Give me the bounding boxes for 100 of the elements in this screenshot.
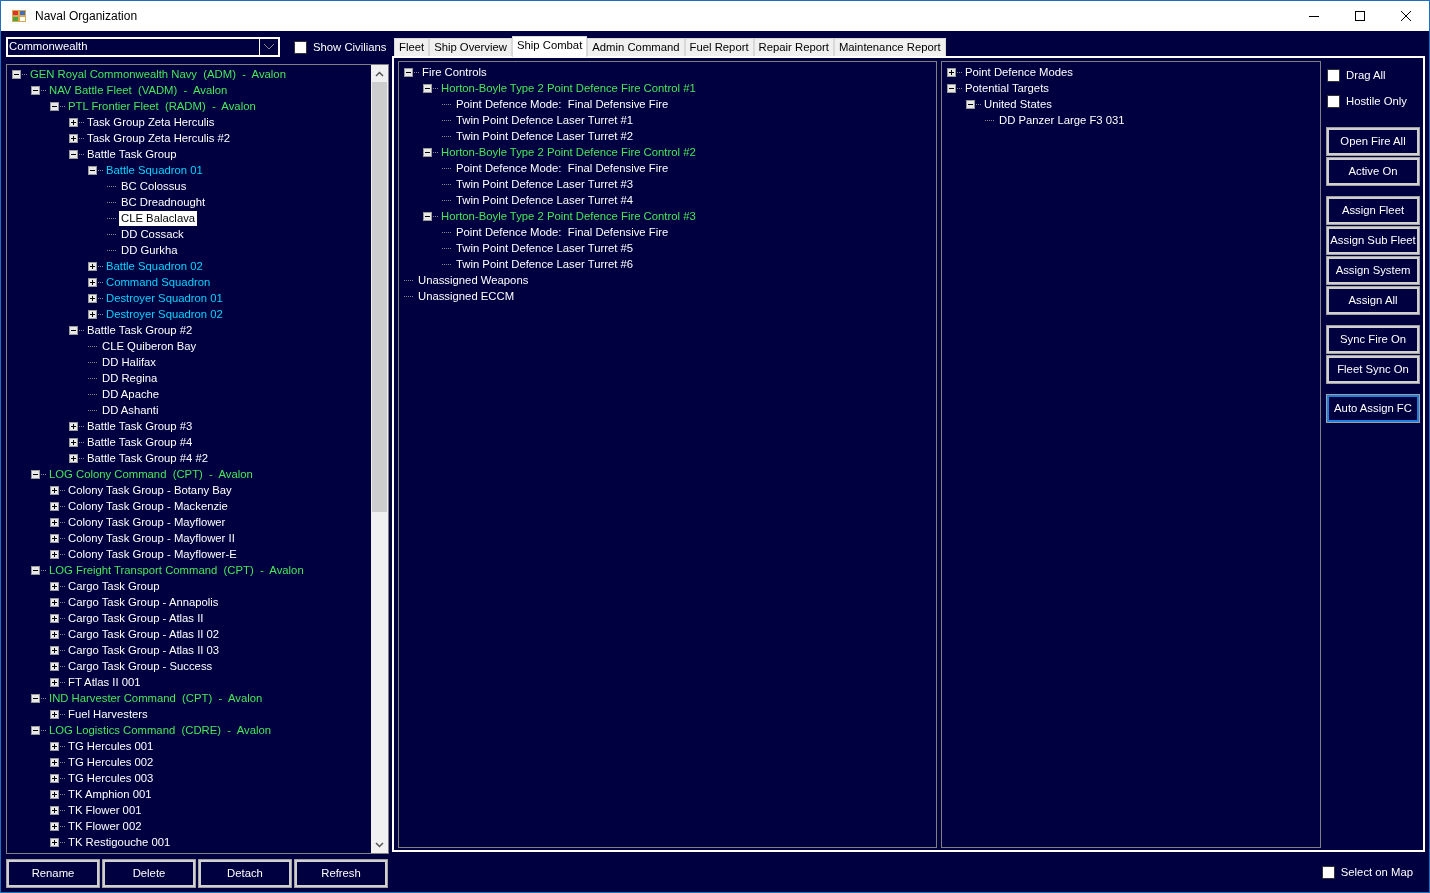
tree-item[interactable]: Potential Targets: [963, 80, 1051, 96]
scroll-up-icon[interactable]: [375, 70, 384, 77]
tree-item[interactable]: Horton-Boyle Type 2 Point Defence Fire Control #1: [439, 80, 698, 96]
tree-item[interactable]: Horton-Boyle Type 2 Point Defence Fire Control #3: [439, 208, 698, 224]
tab[interactable]: Fleet: [394, 38, 430, 56]
tree-item[interactable]: Cargo Task Group - Atlas II 03: [66, 642, 222, 658]
tree-item[interactable]: Point Defence Mode: Final Defensive Fire: [454, 160, 671, 176]
collapse-icon[interactable]: [966, 99, 975, 109]
tree-item[interactable]: IND Harvester Command (CPT) - Avalon: [47, 690, 265, 706]
tree-item[interactable]: DD Halifax: [100, 354, 158, 370]
tree-item[interactable]: Colony Task Group - Botany Bay: [66, 482, 234, 498]
tree-item[interactable]: Cargo Task Group - Annapolis: [66, 594, 221, 610]
collapse-icon[interactable]: [69, 149, 78, 159]
expand-icon[interactable]: [50, 773, 59, 783]
expand-icon[interactable]: [50, 549, 59, 559]
expand-icon[interactable]: [50, 757, 59, 767]
collapse-icon[interactable]: [50, 101, 59, 111]
collapse-icon[interactable]: [423, 211, 432, 221]
tree-item[interactable]: DD Panzer Large F3 031: [997, 112, 1127, 128]
expand-icon[interactable]: [50, 837, 59, 847]
expand-icon[interactable]: [50, 645, 59, 655]
action-button[interactable]: Rename: [7, 860, 99, 887]
tree-item[interactable]: Cargo Task Group: [66, 578, 162, 594]
tree-item[interactable]: Twin Point Defence Laser Turret #3: [454, 176, 636, 192]
tree-item[interactable]: BC Dreadnought: [119, 194, 208, 210]
action-button[interactable]: Sync Fire On: [1327, 325, 1419, 353]
tree-item[interactable]: Unassigned ECCM: [416, 288, 517, 304]
expand-icon[interactable]: [50, 517, 59, 527]
tree-item[interactable]: Cargo Task Group - Success: [66, 658, 215, 674]
tree-item[interactable]: Cargo Task Group - Atlas II: [66, 610, 206, 626]
collapse-icon[interactable]: [947, 83, 956, 93]
tree-item[interactable]: DD Regina: [100, 370, 160, 386]
scroll-thumb[interactable]: [372, 82, 387, 512]
collapse-icon[interactable]: [423, 83, 432, 93]
fleet-dropdown[interactable]: Commonwealth: [6, 37, 280, 57]
tree-item[interactable]: CLE Balaclava: [119, 210, 198, 226]
tree-item[interactable]: Battle Task Group: [85, 146, 179, 162]
tree-item[interactable]: Twin Point Defence Laser Turret #4: [454, 192, 636, 208]
tree-item[interactable]: Fire Controls: [420, 64, 489, 80]
tree-item[interactable]: Point Defence Modes: [963, 64, 1075, 80]
action-button[interactable]: Fleet Sync On: [1327, 355, 1419, 383]
tree-item[interactable]: TG Hercules 003: [66, 770, 156, 786]
tree-item[interactable]: Colony Task Group - Mayflower-E: [66, 546, 239, 562]
tree-item[interactable]: FT Atlas II 001: [66, 674, 143, 690]
tree-item[interactable]: Point Defence Mode: Final Defensive Fire: [454, 224, 671, 240]
expand-icon[interactable]: [69, 437, 78, 447]
expand-icon[interactable]: [50, 581, 59, 591]
tree-item[interactable]: BC Colossus: [119, 178, 189, 194]
collapse-icon[interactable]: [31, 565, 40, 575]
expand-icon[interactable]: [50, 789, 59, 799]
collapse-icon[interactable]: [423, 147, 432, 157]
tree-item[interactable]: GEN Royal Commonwealth Navy (ADM) - Avalon: [28, 66, 288, 82]
expand-icon[interactable]: [947, 67, 956, 77]
action-button[interactable]: Assign All: [1327, 286, 1419, 314]
action-button[interactable]: Assign Fleet: [1327, 196, 1419, 224]
tab[interactable]: Repair Report: [753, 38, 834, 56]
tab[interactable]: Admin Command: [587, 38, 685, 56]
expand-icon[interactable]: [50, 821, 59, 831]
tree-item[interactable]: DD Cossack: [119, 226, 186, 242]
expand-icon[interactable]: [50, 501, 59, 511]
collapse-icon[interactable]: [31, 693, 40, 703]
checkbox[interactable]: [1327, 68, 1340, 82]
expand-icon[interactable]: [50, 613, 59, 623]
expand-icon[interactable]: [50, 485, 59, 495]
action-button[interactable]: Auto Assign FC: [1327, 394, 1419, 422]
tab[interactable]: Ship Combat: [511, 36, 588, 57]
tree-item[interactable]: Point Defence Mode: Final Defensive Fire: [454, 96, 671, 112]
tree-item[interactable]: Twin Point Defence Laser Turret #6: [454, 256, 636, 272]
tree-item[interactable]: TG Hercules 001: [66, 738, 156, 754]
tab[interactable]: Fuel Report: [684, 38, 754, 56]
expand-icon[interactable]: [50, 709, 59, 719]
checkbox[interactable]: [1327, 94, 1340, 108]
tree-item[interactable]: NAV Battle Fleet (VADM) - Avalon: [47, 82, 230, 98]
tree-item[interactable]: DD Apache: [100, 386, 162, 402]
expand-icon[interactable]: [50, 677, 59, 687]
expand-icon[interactable]: [50, 661, 59, 671]
collapse-icon[interactable]: [12, 69, 21, 79]
tree-item[interactable]: Destroyer Squadron 02: [104, 306, 225, 322]
tree-item[interactable]: Battle Squadron 02: [104, 258, 205, 274]
action-button[interactable]: Detach: [199, 860, 291, 887]
checkbox[interactable]: [294, 40, 307, 54]
collapse-icon[interactable]: [31, 85, 40, 95]
tree-item[interactable]: Unassigned Weapons: [416, 272, 531, 288]
tree-item[interactable]: Battle Task Group #4 #2: [85, 450, 210, 466]
tree-item[interactable]: DD Ashanti: [100, 402, 161, 418]
collapse-icon[interactable]: [31, 469, 40, 479]
scroll-down-icon[interactable]: [375, 841, 384, 848]
tree-item[interactable]: Horton-Boyle Type 2 Point Defence Fire Control #2: [439, 144, 698, 160]
tree-item[interactable]: Colony Task Group - Mayflower: [66, 514, 228, 530]
collapse-icon[interactable]: [31, 725, 40, 735]
tree-item[interactable]: Twin Point Defence Laser Turret #1: [454, 112, 636, 128]
expand-icon[interactable]: [50, 533, 59, 543]
tree-item[interactable]: TG Hercules 002: [66, 754, 156, 770]
action-button[interactable]: Active On: [1327, 157, 1419, 185]
expand-icon[interactable]: [69, 453, 78, 463]
collapse-icon[interactable]: [69, 325, 78, 335]
expand-icon[interactable]: [50, 629, 59, 639]
tree-item[interactable]: Task Group Zeta Herculis #2: [85, 130, 233, 146]
scrollbar[interactable]: [371, 65, 388, 853]
tree-item[interactable]: TK Amphion 001: [66, 786, 154, 802]
